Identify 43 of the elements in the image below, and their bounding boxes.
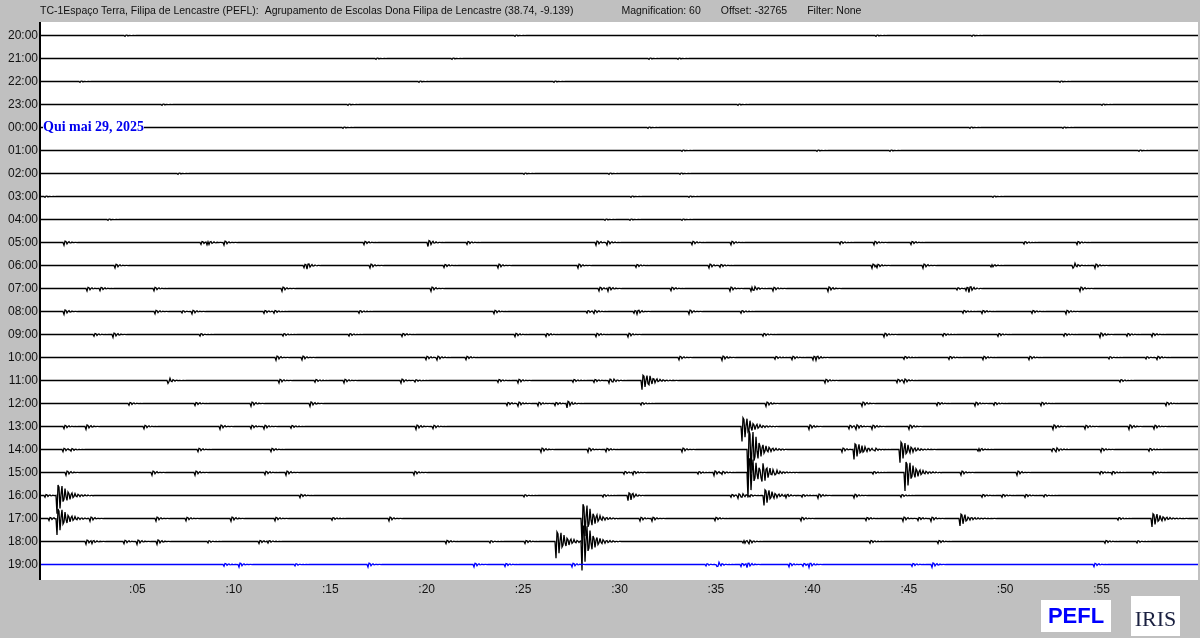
- hour-label: 01:00: [6, 142, 39, 159]
- station-logo: PEFL: [1041, 600, 1111, 632]
- hour-label: 21:00: [6, 50, 39, 67]
- minute-tick-label: :55: [1093, 582, 1110, 596]
- hour-label: 05:00: [6, 234, 39, 251]
- date-label: Qui mai 29, 2025: [43, 119, 145, 135]
- minute-tick-label: :10: [225, 582, 243, 596]
- minute-tick-label: :20: [418, 582, 435, 596]
- magnification-label: Magnification: 60: [621, 4, 701, 16]
- hour-label: 09:00: [6, 326, 39, 343]
- minute-tick-label: :45: [900, 582, 918, 596]
- minute-tick-label: :40: [804, 582, 821, 596]
- minute-tick-label: :35: [707, 582, 725, 596]
- station-location: Agrupamento de Escolas Dona Filipa de Lencastre (38.74, -9.139): [264, 4, 574, 16]
- hour-label: 06:00: [6, 257, 39, 274]
- hour-label: 08:00: [6, 303, 39, 320]
- hour-label: 02:00: [6, 165, 39, 182]
- minute-tick-label: :50: [996, 582, 1014, 596]
- hour-label: 13:00: [6, 418, 39, 435]
- hour-label: 11:00: [7, 372, 39, 389]
- hour-label: 19:00: [6, 556, 39, 573]
- hour-label: 17:00: [6, 510, 39, 527]
- hour-label: 04:00: [6, 211, 39, 228]
- minute-tick-label: :15: [321, 582, 339, 596]
- hour-label: 23:00: [6, 96, 39, 113]
- hour-label: 07:00: [6, 280, 39, 297]
- minute-tick-label: :25: [514, 582, 532, 596]
- hour-label: 10:00: [6, 349, 39, 366]
- minute-tick-label: :05: [129, 582, 146, 596]
- network-logo: IRIS: [1131, 596, 1180, 636]
- hour-label: 15:00: [6, 464, 39, 481]
- hour-label: 12:00: [6, 395, 39, 412]
- hour-label: 03:00: [6, 188, 39, 205]
- hour-label: 22:00: [6, 73, 39, 90]
- hour-label: 20:00: [6, 27, 39, 44]
- hour-label: 14:00: [6, 441, 39, 458]
- minute-tick-label: :30: [611, 582, 628, 596]
- offset-label: Offset: -32765: [720, 4, 788, 16]
- hour-label: 16:00: [6, 487, 39, 504]
- filter-label: Filter: None: [807, 4, 862, 16]
- hour-label: 18:00: [6, 533, 39, 550]
- hour-label: 00:00: [6, 119, 39, 136]
- station-name: TC-1Espaço Terra, Filipa de Lencastre (PEFL):: [40, 4, 259, 16]
